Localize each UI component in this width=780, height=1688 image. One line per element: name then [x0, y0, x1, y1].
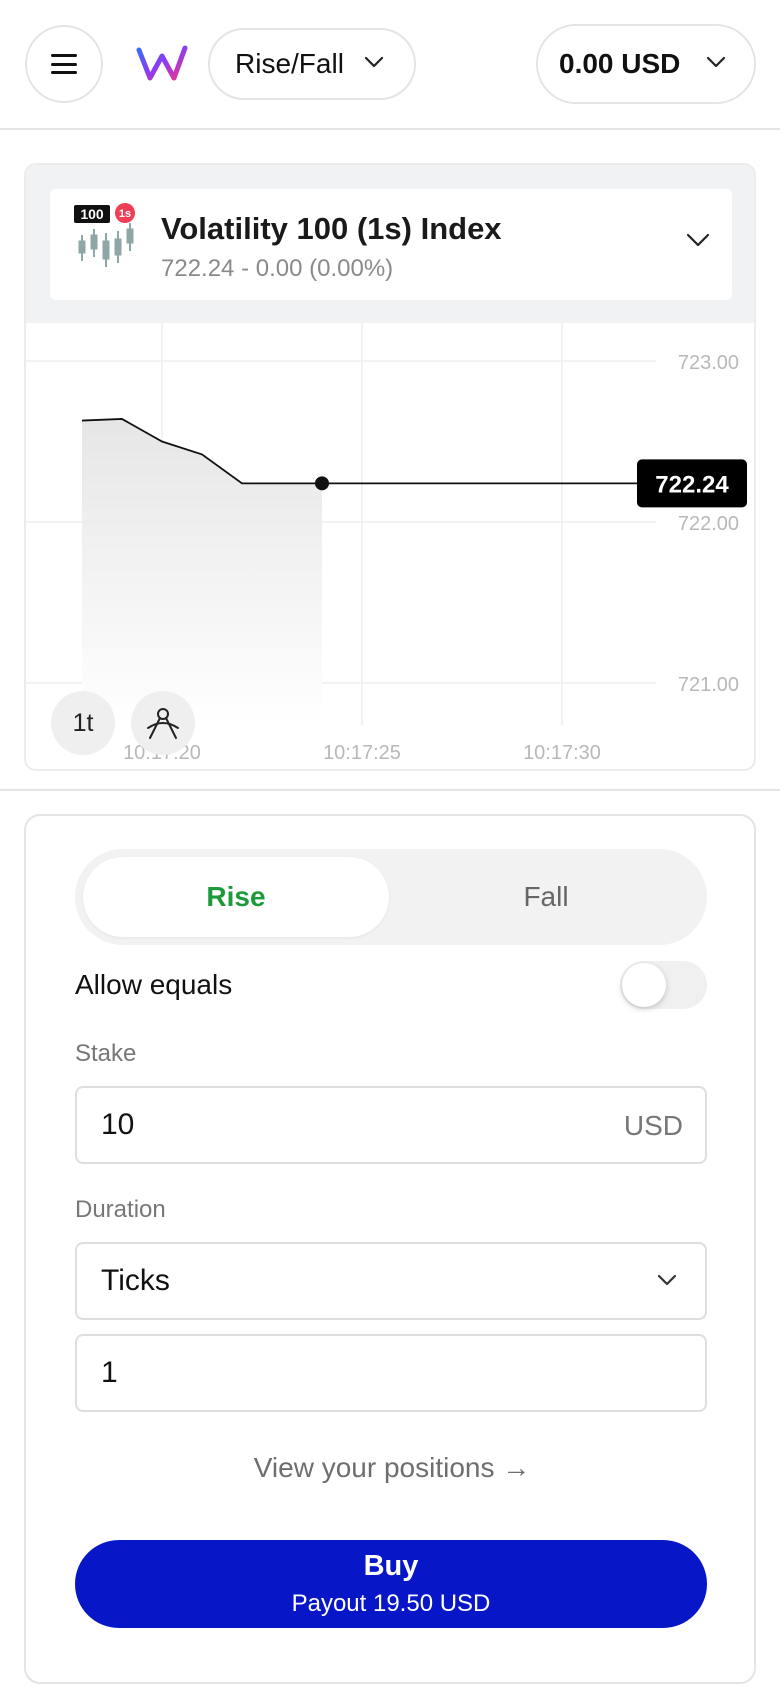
stake-input[interactable]: 10 USD	[75, 1086, 707, 1164]
chevron-down-icon	[657, 1274, 677, 1286]
chevron-down-icon	[364, 56, 384, 68]
symbol-badge-tick: 1s	[119, 208, 131, 220]
allow-equals-label: Allow equals	[75, 969, 233, 1000]
buy-label: Buy	[363, 1550, 419, 1582]
drawing-tools-button[interactable]	[131, 691, 195, 755]
symbol-price-change: 722.24 - 0.00 (0.00%)	[161, 255, 394, 282]
buy-payout-label: Payout 19.50 USD	[291, 1590, 491, 1617]
contract-direction-toggle: Rise Fall	[75, 849, 707, 945]
trade-type-label: Rise/Fall	[235, 48, 344, 79]
stake-value: 10	[101, 1108, 135, 1141]
price-area	[82, 418, 322, 725]
allow-equals-switch[interactable]	[620, 961, 707, 1009]
x-tick-label: 10:17:25	[323, 742, 401, 764]
chevron-down-icon	[686, 233, 710, 247]
y-tick-label: 723.00	[678, 352, 739, 374]
top-header: Rise/Fall 0.00 USD	[0, 0, 780, 130]
chart-interval-label: 1t	[72, 708, 94, 737]
current-price-label: 722.24	[655, 471, 729, 498]
drawing-tools-icon	[147, 708, 179, 739]
symbol-name: Volatility 100 (1s) Index	[161, 211, 502, 246]
symbol-header: 100 1s Volatility 100 (1s) Index 722.24 …	[26, 165, 754, 323]
chevron-down-icon	[706, 56, 726, 68]
duration-label: Duration	[75, 1196, 166, 1223]
trade-type-selector[interactable]: Rise/Fall	[208, 28, 416, 100]
trade-params-card: Rise Fall Allow equals Stake 10 USD Dura…	[24, 814, 756, 1684]
account-balance-selector[interactable]: 0.00 USD	[536, 24, 756, 104]
chart-interval-button[interactable]: 1t	[51, 691, 115, 755]
rise-tab[interactable]: Rise	[83, 857, 389, 937]
view-positions-link[interactable]: View your positions →	[26, 1452, 758, 1484]
menu-button[interactable]	[25, 25, 103, 103]
stake-label: Stake	[75, 1040, 137, 1067]
duration-unit-value: Ticks	[101, 1264, 170, 1297]
y-tick-label: 721.00	[678, 674, 739, 696]
duration-value: 1	[101, 1356, 118, 1389]
duration-unit-select[interactable]: Ticks	[75, 1242, 707, 1320]
current-price-dot	[315, 476, 329, 491]
symbol-selector[interactable]: 100 1s Volatility 100 (1s) Index 722.24 …	[50, 189, 732, 300]
chart-card: 723.00722.00721.0010:17:2010:17:2510:17:…	[24, 163, 756, 771]
volatility-index-icon: 100 1s	[74, 203, 135, 267]
duration-value-input[interactable]: 1	[75, 1334, 707, 1412]
buy-button[interactable]: Buy Payout 19.50 USD	[75, 1540, 707, 1628]
balance-label: 0.00 USD	[559, 48, 681, 79]
x-tick-label: 10:17:30	[523, 742, 601, 764]
hamburger-icon	[51, 54, 77, 74]
switch-knob	[622, 963, 666, 1007]
brand-logo-icon[interactable]	[136, 42, 188, 84]
section-divider	[0, 789, 780, 791]
y-tick-label: 722.00	[678, 513, 739, 535]
fall-tab[interactable]: Fall	[393, 857, 699, 937]
stake-currency: USD	[623, 1110, 683, 1141]
symbol-badge-value: 100	[80, 206, 104, 222]
